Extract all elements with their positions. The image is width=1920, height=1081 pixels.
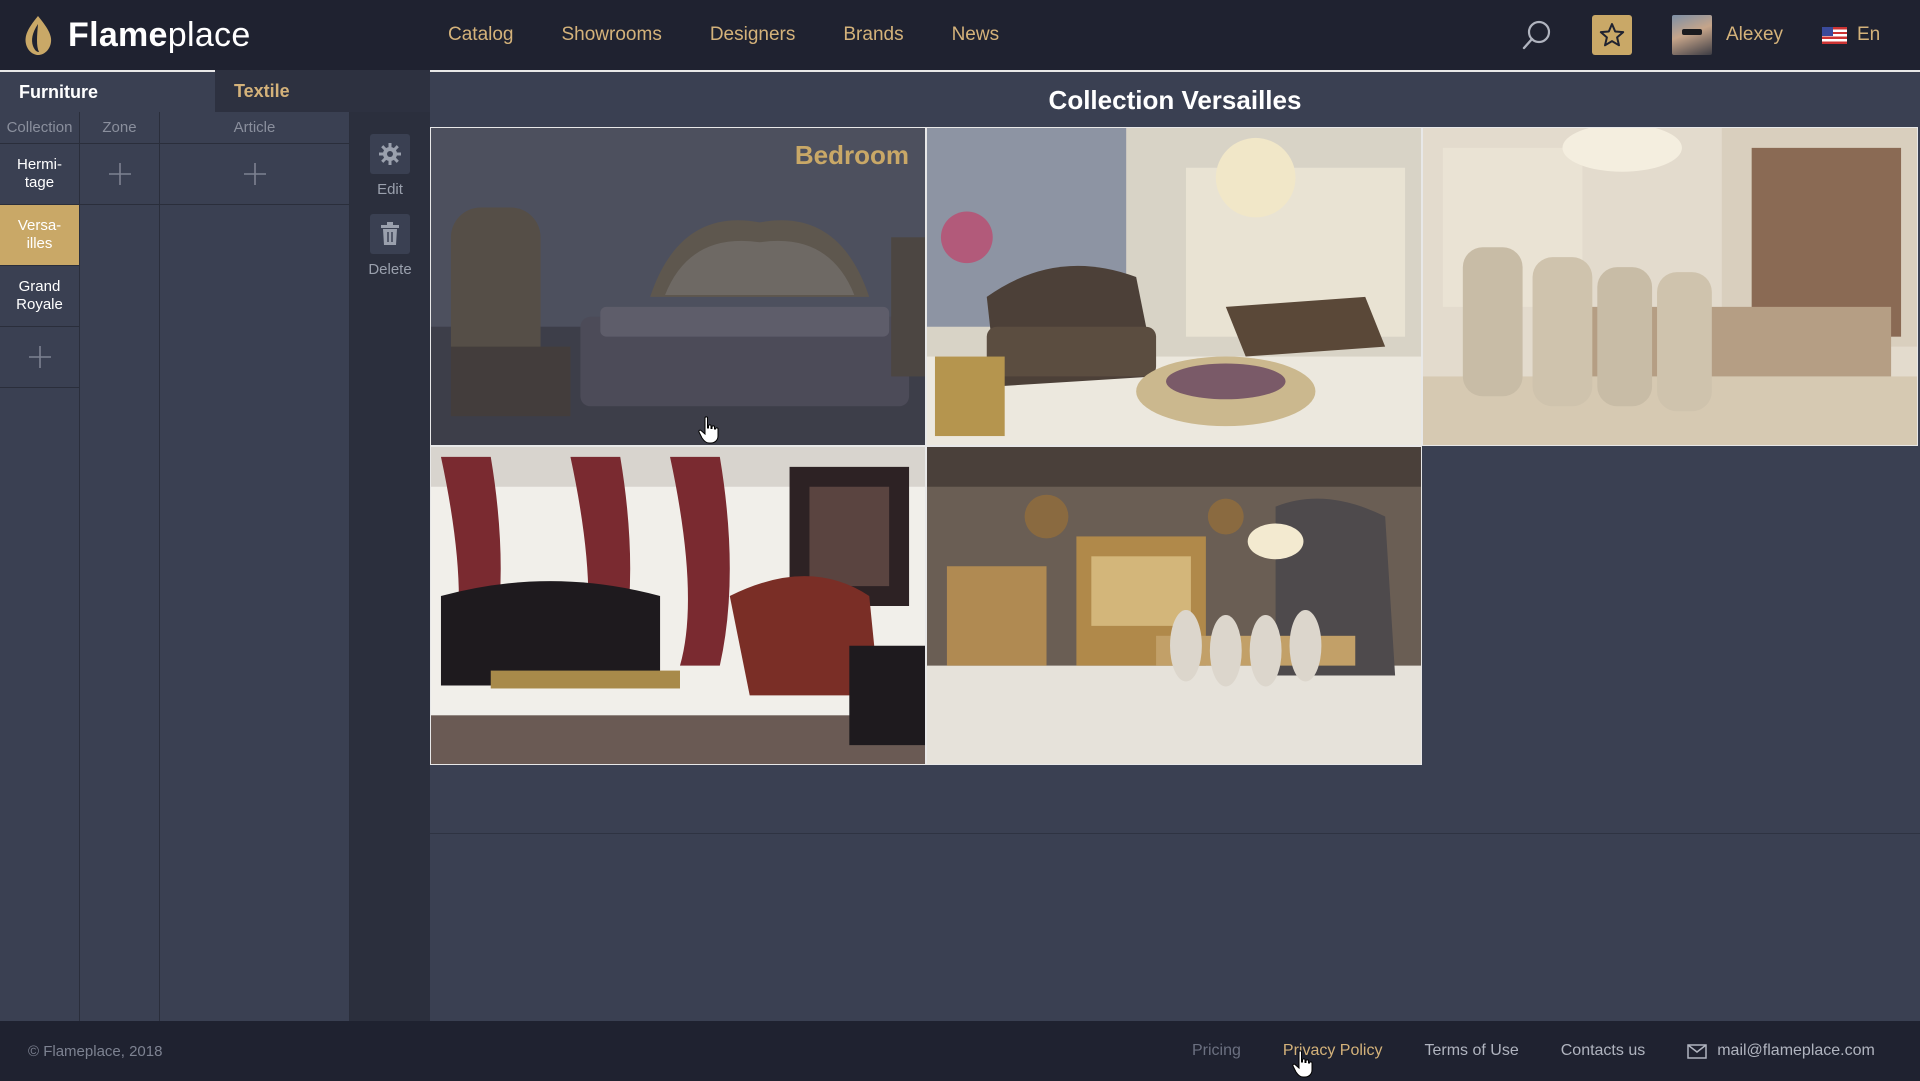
plus-icon [28,346,51,368]
zone-tile-dining-room[interactable] [1422,127,1918,446]
mail-icon [1687,1043,1707,1059]
dining-hall-photo [927,447,1421,764]
copyright: © Flameplace, 2018 [28,1042,163,1060]
plus-icon [108,163,131,185]
collection-column: Collection Hermi-tage Versa-illes Grand R… [0,112,80,1022]
nav-news[interactable]: News [952,24,1000,46]
dining-room-photo [1423,128,1917,445]
zone-column-header: Zone [80,112,159,144]
footer-email-text: mail@flameplace.com [1717,1042,1875,1059]
category-tabs: Furniture Textile [0,70,430,112]
tab-textile[interactable]: Textile [215,70,430,112]
grid-divider [430,833,1920,834]
nav-designers[interactable]: Designers [710,24,796,46]
study-photo [431,447,925,764]
title-bar: Collection Versailles [430,70,1920,128]
plus-icon [243,163,266,185]
footer-email-link[interactable]: mail@flameplace.com [1687,1042,1875,1060]
zone-tile-label: Bedroom [794,140,909,170]
collection-item-grand-royale[interactable]: Grand Royale [0,266,79,327]
logo[interactable]: Flameplace [20,10,251,60]
user-name: Alexey [1726,24,1784,45]
edit-label: Edit [377,181,403,198]
delete-label: Delete [368,261,412,278]
footer-link-terms-of-use[interactable]: Terms of Use [1424,1042,1518,1060]
gear-icon [370,134,410,174]
footer: © Flameplace, 2018 Pricing Privacy Polic… [0,1021,1920,1081]
footer-links: Pricing Privacy Policy Terms of Use Cont… [1192,1021,1875,1081]
zone-tile-study[interactable] [430,446,926,765]
collection-column-header: Collection [0,112,79,144]
zone-column: Zone [80,112,160,1022]
article-column-header: Article [160,112,349,144]
nav-brands[interactable]: Brands [843,24,903,46]
top-header: Flameplace Catalog Showrooms Designers B… [0,0,1920,70]
collection-item-label: Grand Royale [16,278,63,313]
sidebar: Furniture Textile Collection Hermi-tage … [0,70,430,1022]
add-article-button[interactable] [160,144,349,205]
trash-icon [370,214,410,254]
main-content: Collection Versailles Bedroom [430,70,1920,1022]
footer-link-pricing[interactable]: Pricing [1192,1042,1241,1060]
language-label: En [1857,24,1881,45]
zone-tile-bedroom[interactable]: Bedroom [430,127,926,446]
living-room-photo [927,128,1421,445]
flame-logo-icon [25,16,52,55]
hover-overlay [431,128,925,445]
nav-catalog[interactable]: Catalog [448,24,514,46]
tools-panel: Edit Delete [350,112,430,1022]
article-column: Article [160,112,350,1022]
logo-text: Flameplace [68,15,251,54]
favorites-button[interactable] [1592,15,1632,55]
star-icon [1599,23,1625,47]
collection-item-label: Hermi-tage [17,156,62,191]
collection-item-hermitage[interactable]: Hermi-tage [0,144,79,205]
page-title: Collection Versailles [1048,84,1302,115]
footer-link-privacy-policy[interactable]: Privacy Policy [1283,1042,1383,1060]
user-menu[interactable]: Alexey [1672,15,1783,55]
zone-tile-dining-hall[interactable] [926,446,1422,765]
language-selector[interactable]: En [1822,22,1880,48]
edit-button[interactable]: Edit [350,134,430,198]
avatar [1672,15,1712,55]
footer-link-contacts[interactable]: Contacts us [1561,1042,1645,1060]
add-zone-button[interactable] [80,144,159,205]
collection-item-versailles[interactable]: Versa-illes [0,205,79,266]
nav-showrooms[interactable]: Showrooms [562,24,662,46]
main-nav: Catalog Showrooms Designers Brands News [448,0,999,70]
tab-furniture[interactable]: Furniture [0,70,215,112]
search-icon[interactable] [1520,18,1554,52]
us-flag-icon [1822,26,1847,44]
delete-button[interactable]: Delete [350,214,430,278]
collection-item-label: Versa-illes [17,217,62,252]
add-collection-button[interactable] [0,327,79,388]
zone-tile-living-room[interactable] [926,127,1422,446]
